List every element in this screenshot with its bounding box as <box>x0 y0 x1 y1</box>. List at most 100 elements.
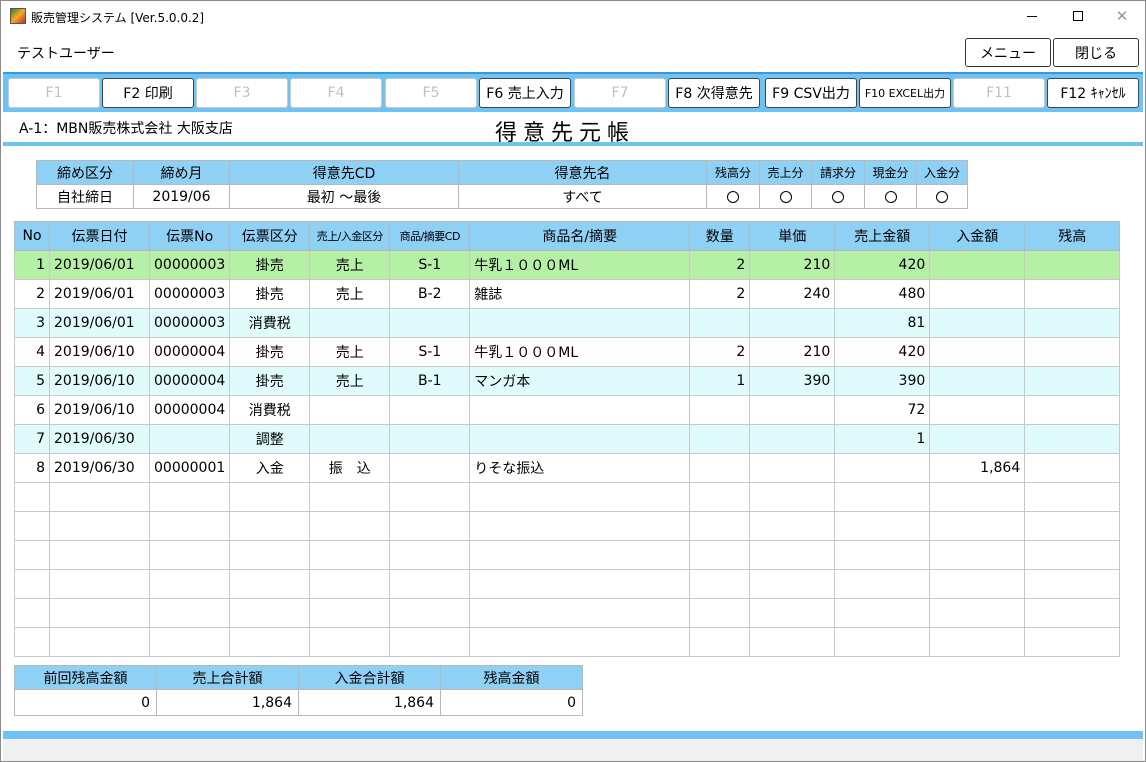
prev-balance-value: 0 <box>14 689 157 716</box>
function-key-bar: F1 F2 印刷 F3 F4 F5 F6 売上入力 F7 F8 次得意先 F9 CSV出力 F10… <box>3 72 1143 112</box>
grid-cell: B-1 <box>389 366 471 396</box>
grid-cell <box>749 395 836 425</box>
fkey-f5-button[interactable]: F5 <box>385 78 477 108</box>
grid-cell <box>929 598 1026 628</box>
table-row[interactable]: 2 2019/06/01 00000003 掛売 売上 B-2 雑誌 2 240 480 <box>14 279 1121 309</box>
grid-cell <box>389 540 471 570</box>
grid-cell <box>469 511 691 541</box>
closing-month-value: 2019/06 <box>133 184 230 209</box>
grid-cell <box>49 569 150 599</box>
fkey-f10-button[interactable]: F10 EXCEL出力 <box>859 78 951 108</box>
empty-row[interactable] <box>14 511 1121 541</box>
criteria-header: 得意先CD <box>229 160 459 185</box>
fkey-f11-button[interactable]: F11 <box>953 78 1045 108</box>
grid-header: 商品名/摘要 <box>469 221 691 251</box>
grid-cell <box>1024 482 1121 512</box>
grid-cell: 売上 <box>309 337 391 367</box>
grid-cell <box>389 598 471 628</box>
table-row[interactable]: 8 2019/06/30 00000001 入金振 込 りそな振込 1,864 <box>14 453 1121 483</box>
grid-cell: 00000003 <box>148 279 231 309</box>
grid-cell <box>834 627 931 657</box>
grid-cell: 00000001 <box>148 453 231 483</box>
grid-cell <box>148 482 231 512</box>
grid-cell: 消費税 <box>229 308 311 338</box>
criteria-table: 締め区分 締め月 得意先CD 得意先名 残高分 売上分 請求分 現金分 入金分 … <box>36 160 968 209</box>
table-row[interactable]: 3 2019/06/01 00000003 消費税 81 <box>14 308 1121 338</box>
close-button[interactable]: 閉じる <box>1053 38 1139 67</box>
grid-cell: 00000003 <box>148 308 231 338</box>
grid-cell <box>469 395 691 425</box>
grid-cell <box>1024 337 1121 367</box>
grid-cell: 牛乳１０００ML <box>469 250 691 280</box>
grid-cell <box>749 308 836 338</box>
window-title: 販売管理システム [Ver.5.0.0.2] <box>31 11 205 25</box>
grid-cell <box>389 482 471 512</box>
grid-cell <box>148 627 231 657</box>
payment-total-value: 1,864 <box>298 689 441 716</box>
grid-cell <box>689 482 751 512</box>
fkey-f6-button[interactable]: F6 売上入力 <box>479 78 571 108</box>
user-name: テストユーザー <box>17 46 115 62</box>
prev-balance-header: 前回残高金額 <box>14 665 157 690</box>
table-row[interactable]: 7 2019/06/30 調整 1 <box>14 424 1121 454</box>
grid-cell: 2 <box>14 279 50 309</box>
empty-row[interactable] <box>14 598 1121 628</box>
table-row[interactable]: 1 2019/06/01 00000003 掛売 売上 S-1 牛乳１０００ML 2 210 42… <box>14 250 1121 280</box>
grid-cell <box>49 511 150 541</box>
grid-cell <box>1024 540 1121 570</box>
grid-cell <box>749 511 836 541</box>
grid-cell: 00000003 <box>148 250 231 280</box>
fkey-f2-button[interactable]: F2 印刷 <box>102 78 194 108</box>
grid-header: 売上/入金区分 <box>309 221 391 251</box>
close-window-button[interactable]: ✕ <box>1099 1 1145 31</box>
grid-cell <box>148 569 231 599</box>
grid-cell <box>309 308 391 338</box>
fkey-f4-button[interactable]: F4 <box>290 78 382 108</box>
fkey-f8-button[interactable]: F8 次得意先 <box>668 78 760 108</box>
grid-cell <box>309 569 391 599</box>
fkey-f12-button[interactable]: F12 ｷｬﾝｾﾙ <box>1047 78 1139 108</box>
table-row[interactable]: 4 2019/06/10 00000004 掛売 売上 S-1 牛乳１０００ML 2 210 42… <box>14 337 1121 367</box>
grid-cell <box>749 569 836 599</box>
fkey-f3-button[interactable]: F3 <box>196 78 288 108</box>
empty-row[interactable] <box>14 627 1121 657</box>
grid-cell <box>309 540 391 570</box>
menu-button[interactable]: メニュー <box>965 38 1051 67</box>
grid-cell <box>148 511 231 541</box>
maximize-button[interactable] <box>1055 1 1101 31</box>
grid-cell <box>1024 279 1121 309</box>
grid-header: 単価 <box>749 221 836 251</box>
grid-cell <box>834 453 931 483</box>
grid-cell: 2 <box>689 337 751 367</box>
minimize-button[interactable] <box>1009 1 1055 31</box>
grid-cell: 210 <box>749 250 836 280</box>
criteria-header: 締め月 <box>133 160 230 185</box>
fkey-f7-button[interactable]: F7 <box>574 78 666 108</box>
table-row[interactable]: 5 2019/06/10 00000004 掛売 売上 B-1 マンガ本 1 390 390 <box>14 366 1121 396</box>
grid-cell <box>309 511 391 541</box>
grid-cell: 2019/06/30 <box>49 453 150 483</box>
balance-header: 残高金額 <box>440 665 583 690</box>
fkey-f9-button[interactable]: F9 CSV出力 <box>765 78 857 108</box>
grid-cell <box>929 366 1026 396</box>
grid-cell <box>929 279 1026 309</box>
circle-icon <box>936 190 948 203</box>
grid-cell <box>689 569 751 599</box>
table-row[interactable]: 6 2019/06/10 00000004 消費税 72 <box>14 395 1121 425</box>
close-icon: ✕ <box>1115 7 1129 25</box>
grid-cell: 00000004 <box>148 366 231 396</box>
grid-cell <box>49 540 150 570</box>
grid-cell: 振 込 <box>309 453 391 483</box>
empty-row[interactable] <box>14 540 1121 570</box>
fkey-f1-button[interactable]: F1 <box>8 78 100 108</box>
circle-icon <box>832 190 844 203</box>
grid-cell: 売上 <box>309 279 391 309</box>
grid-cell: 480 <box>834 279 931 309</box>
empty-row[interactable] <box>14 482 1121 512</box>
grid-cell: 72 <box>834 395 931 425</box>
grid-header: 伝票日付 <box>49 221 150 251</box>
grid-cell: マンガ本 <box>469 366 691 396</box>
ledger-grid: No 伝票日付 伝票No 伝票区分 売上/入金区分 商品/摘要CD 商品名/摘要 数量 単価 売上… <box>14 221 1121 657</box>
grid-cell: 00000004 <box>148 395 231 425</box>
empty-row[interactable] <box>14 569 1121 599</box>
